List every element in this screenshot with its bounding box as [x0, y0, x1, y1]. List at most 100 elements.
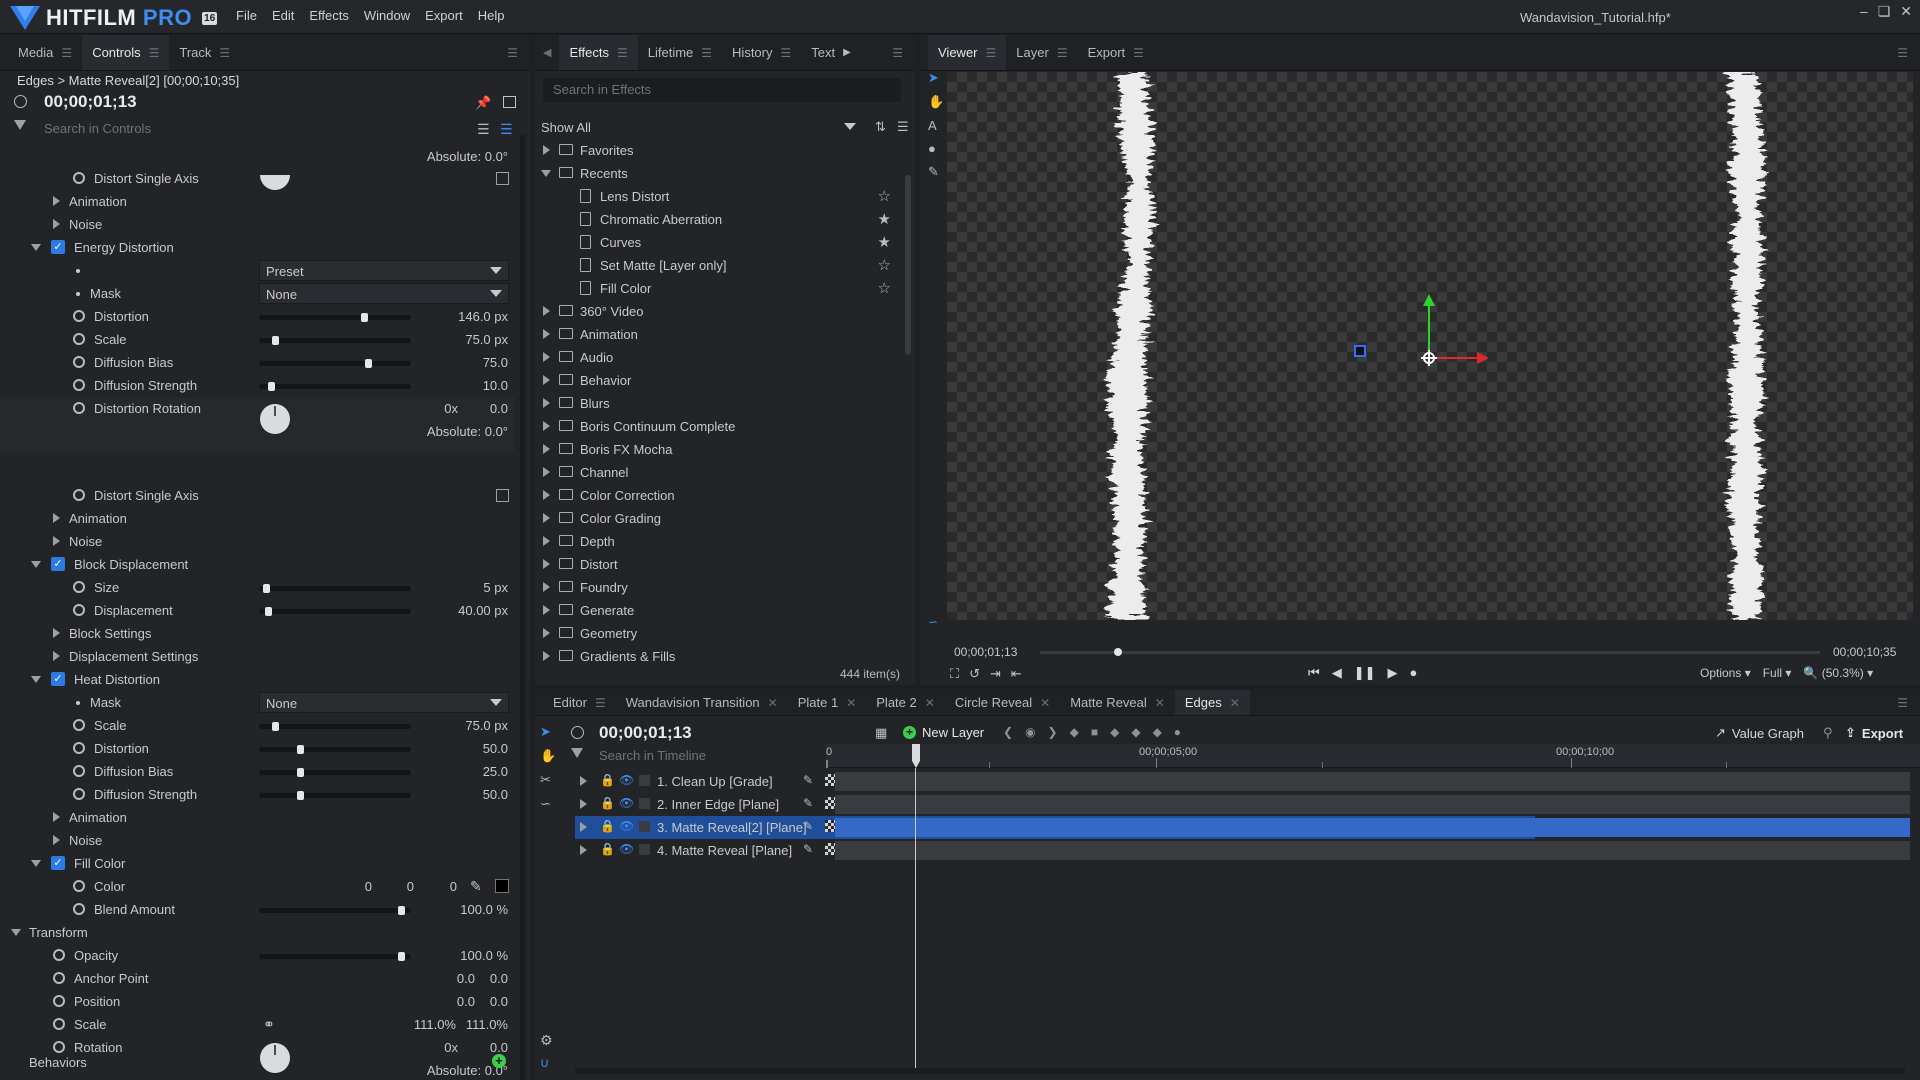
menu-edit[interactable]: Edit	[272, 8, 294, 23]
star-outline-icon[interactable]: ☆	[878, 187, 891, 205]
displacement-slider[interactable]	[259, 607, 411, 616]
star-outline-icon[interactable]: ☆	[878, 279, 891, 297]
keyframe-toggle-icon[interactable]	[73, 788, 85, 800]
export-button[interactable]: ⇪ Export	[1845, 725, 1903, 741]
controls-search-input[interactable]: Search in Controls	[44, 121, 151, 136]
close-tab-icon[interactable]: ✕	[1230, 696, 1240, 710]
menu-window[interactable]: Window	[364, 8, 410, 23]
keyframe-toggle-icon[interactable]	[73, 880, 85, 892]
color-g-value[interactable]: 0	[382, 879, 414, 894]
star-filled-icon[interactable]: ★	[878, 210, 891, 228]
scale-x-value[interactable]: 111.0%	[400, 1017, 456, 1032]
select-tool-icon[interactable]: ➤	[928, 70, 944, 86]
menu-effects[interactable]: Effects	[309, 8, 349, 23]
keyframe-toggle-icon[interactable]	[73, 356, 85, 368]
viewer-scrubber[interactable]	[1040, 648, 1820, 656]
expand-arrow-icon[interactable]	[580, 845, 587, 855]
edit-pencil-icon[interactable]: ✎	[803, 796, 813, 810]
diffusion-bias-slider[interactable]	[259, 359, 411, 368]
group-noise[interactable]: Noise	[0, 213, 515, 236]
expand-arrow-icon[interactable]	[53, 628, 60, 638]
keyframe-diamond-icon[interactable]: ◆	[1070, 725, 1079, 739]
panel-menu-icon[interactable]: ☰	[1897, 696, 1908, 710]
expand-arrow-icon[interactable]	[543, 467, 550, 477]
layer-clip[interactable]	[835, 818, 1910, 837]
keyframe-toggle-icon[interactable]	[73, 903, 85, 915]
effect-fill-color[interactable]: ✓ Fill Color	[0, 852, 515, 875]
sort-icon[interactable]: ⇅	[875, 119, 886, 135]
expand-arrow-icon[interactable]	[543, 329, 550, 339]
diffusion-bias-value[interactable]: 75.0	[410, 355, 508, 370]
group-transform[interactable]: Transform	[0, 921, 515, 944]
folder-favorites[interactable]: Favorites	[535, 139, 905, 162]
layer-clip[interactable]	[835, 795, 1910, 814]
horizontal-scrollbar[interactable]	[575, 1068, 1905, 1074]
keyframe-toggle-icon[interactable]	[73, 379, 85, 391]
expand-arrow-icon[interactable]	[53, 835, 60, 845]
color-r-value[interactable]: 0	[340, 879, 372, 894]
quality-dropdown[interactable]: Full ▾	[1763, 666, 1792, 680]
keyframe-toggle-icon[interactable]	[73, 172, 85, 184]
star-filled-icon[interactable]: ★	[878, 233, 891, 251]
diffusion-strength-value[interactable]: 10.0	[410, 378, 508, 393]
rotation-turns[interactable]: 0x	[420, 401, 458, 416]
distortion-slider[interactable]	[259, 745, 411, 754]
expand-arrow-icon[interactable]	[543, 145, 550, 155]
visibility-eye-icon[interactable]: 👁	[619, 796, 634, 810]
expand-arrow-icon[interactable]	[543, 536, 550, 546]
record-icon[interactable]: ●	[1410, 665, 1418, 681]
minimize-icon[interactable]: –	[1860, 3, 1868, 20]
controls-timecode[interactable]: 00;00;01;13	[44, 92, 137, 112]
collapse-arrow-icon[interactable]	[31, 561, 41, 568]
effect-enable-checkbox[interactable]: ✓	[51, 672, 65, 686]
slider-knob[interactable]	[361, 313, 368, 322]
effects-folder[interactable]: Distort	[535, 553, 905, 576]
tab-edges[interactable]: Edges ✕	[1174, 690, 1250, 715]
expand-arrow-icon[interactable]	[543, 490, 550, 500]
size-slider[interactable]	[259, 584, 411, 593]
diffusion-strength-slider[interactable]	[259, 382, 411, 391]
lock-icon[interactable]: 🔒	[600, 819, 615, 833]
close-tab-icon[interactable]: ✕	[1155, 696, 1165, 710]
expand-arrow-icon[interactable]	[543, 605, 550, 615]
effect-enable-checkbox[interactable]: ✓	[51, 557, 65, 571]
chevron-left-icon[interactable]: ◀	[543, 46, 551, 59]
add-keyframe-icon[interactable]: ◉	[1025, 725, 1035, 739]
effect-item-set-matte[interactable]: Set Matte [Layer only] ☆	[535, 254, 905, 277]
slider-knob[interactable]	[398, 906, 405, 915]
keyframe-toggle-icon[interactable]	[53, 995, 65, 1007]
rotation-degrees[interactable]: 0.0	[470, 401, 508, 416]
layer-clip[interactable]	[835, 772, 1910, 791]
effects-folder[interactable]: Animation	[535, 323, 905, 346]
anchor-handle[interactable]	[1354, 345, 1366, 357]
keyframe-toggle-icon[interactable]	[73, 333, 85, 345]
menu-icon[interactable]: ☰	[781, 46, 792, 60]
tab-lifetime[interactable]: Lifetime ☰	[638, 35, 722, 70]
keyframe-toggle-icon[interactable]	[53, 949, 65, 961]
effect-heat-distortion[interactable]: ✓ Heat Distortion	[0, 668, 515, 691]
menu-help[interactable]: Help	[478, 8, 505, 23]
select-tool-icon[interactable]: ➤	[540, 724, 556, 740]
position-x-value[interactable]: 0.0	[425, 994, 475, 1009]
slider-knob[interactable]	[265, 607, 272, 616]
tab-plate-1[interactable]: Plate 1 ✕	[788, 690, 867, 715]
slider-knob[interactable]	[297, 791, 304, 800]
new-layer-button[interactable]: + New Layer	[903, 725, 984, 740]
visibility-eye-icon[interactable]: 👁	[619, 773, 634, 787]
star-outline-icon[interactable]: ☆	[878, 256, 891, 274]
expand-arrow-icon[interactable]	[580, 822, 587, 832]
tab-history[interactable]: History ☰	[722, 35, 801, 70]
play-icon[interactable]: ▶	[1388, 665, 1398, 681]
effect-item-chromatic-aberration[interactable]: Chromatic Aberration ★	[535, 208, 905, 231]
options-dropdown[interactable]: Options ▾	[1700, 666, 1751, 680]
expand-arrow-icon[interactable]	[53, 651, 60, 661]
blend-amount-slider[interactable]	[259, 906, 411, 915]
menu-icon[interactable]: ☰	[219, 46, 230, 60]
mask-dropdown[interactable]: None	[259, 283, 509, 304]
tab-layer[interactable]: Layer ☰	[1006, 35, 1077, 70]
expand-arrow-icon[interactable]	[543, 375, 550, 385]
keyframe-circle-icon[interactable]: ●	[1174, 725, 1181, 739]
razor-tool-icon[interactable]: ✂	[540, 772, 556, 788]
color-swatch[interactable]	[495, 879, 509, 893]
expand-arrow-icon[interactable]	[53, 219, 60, 229]
